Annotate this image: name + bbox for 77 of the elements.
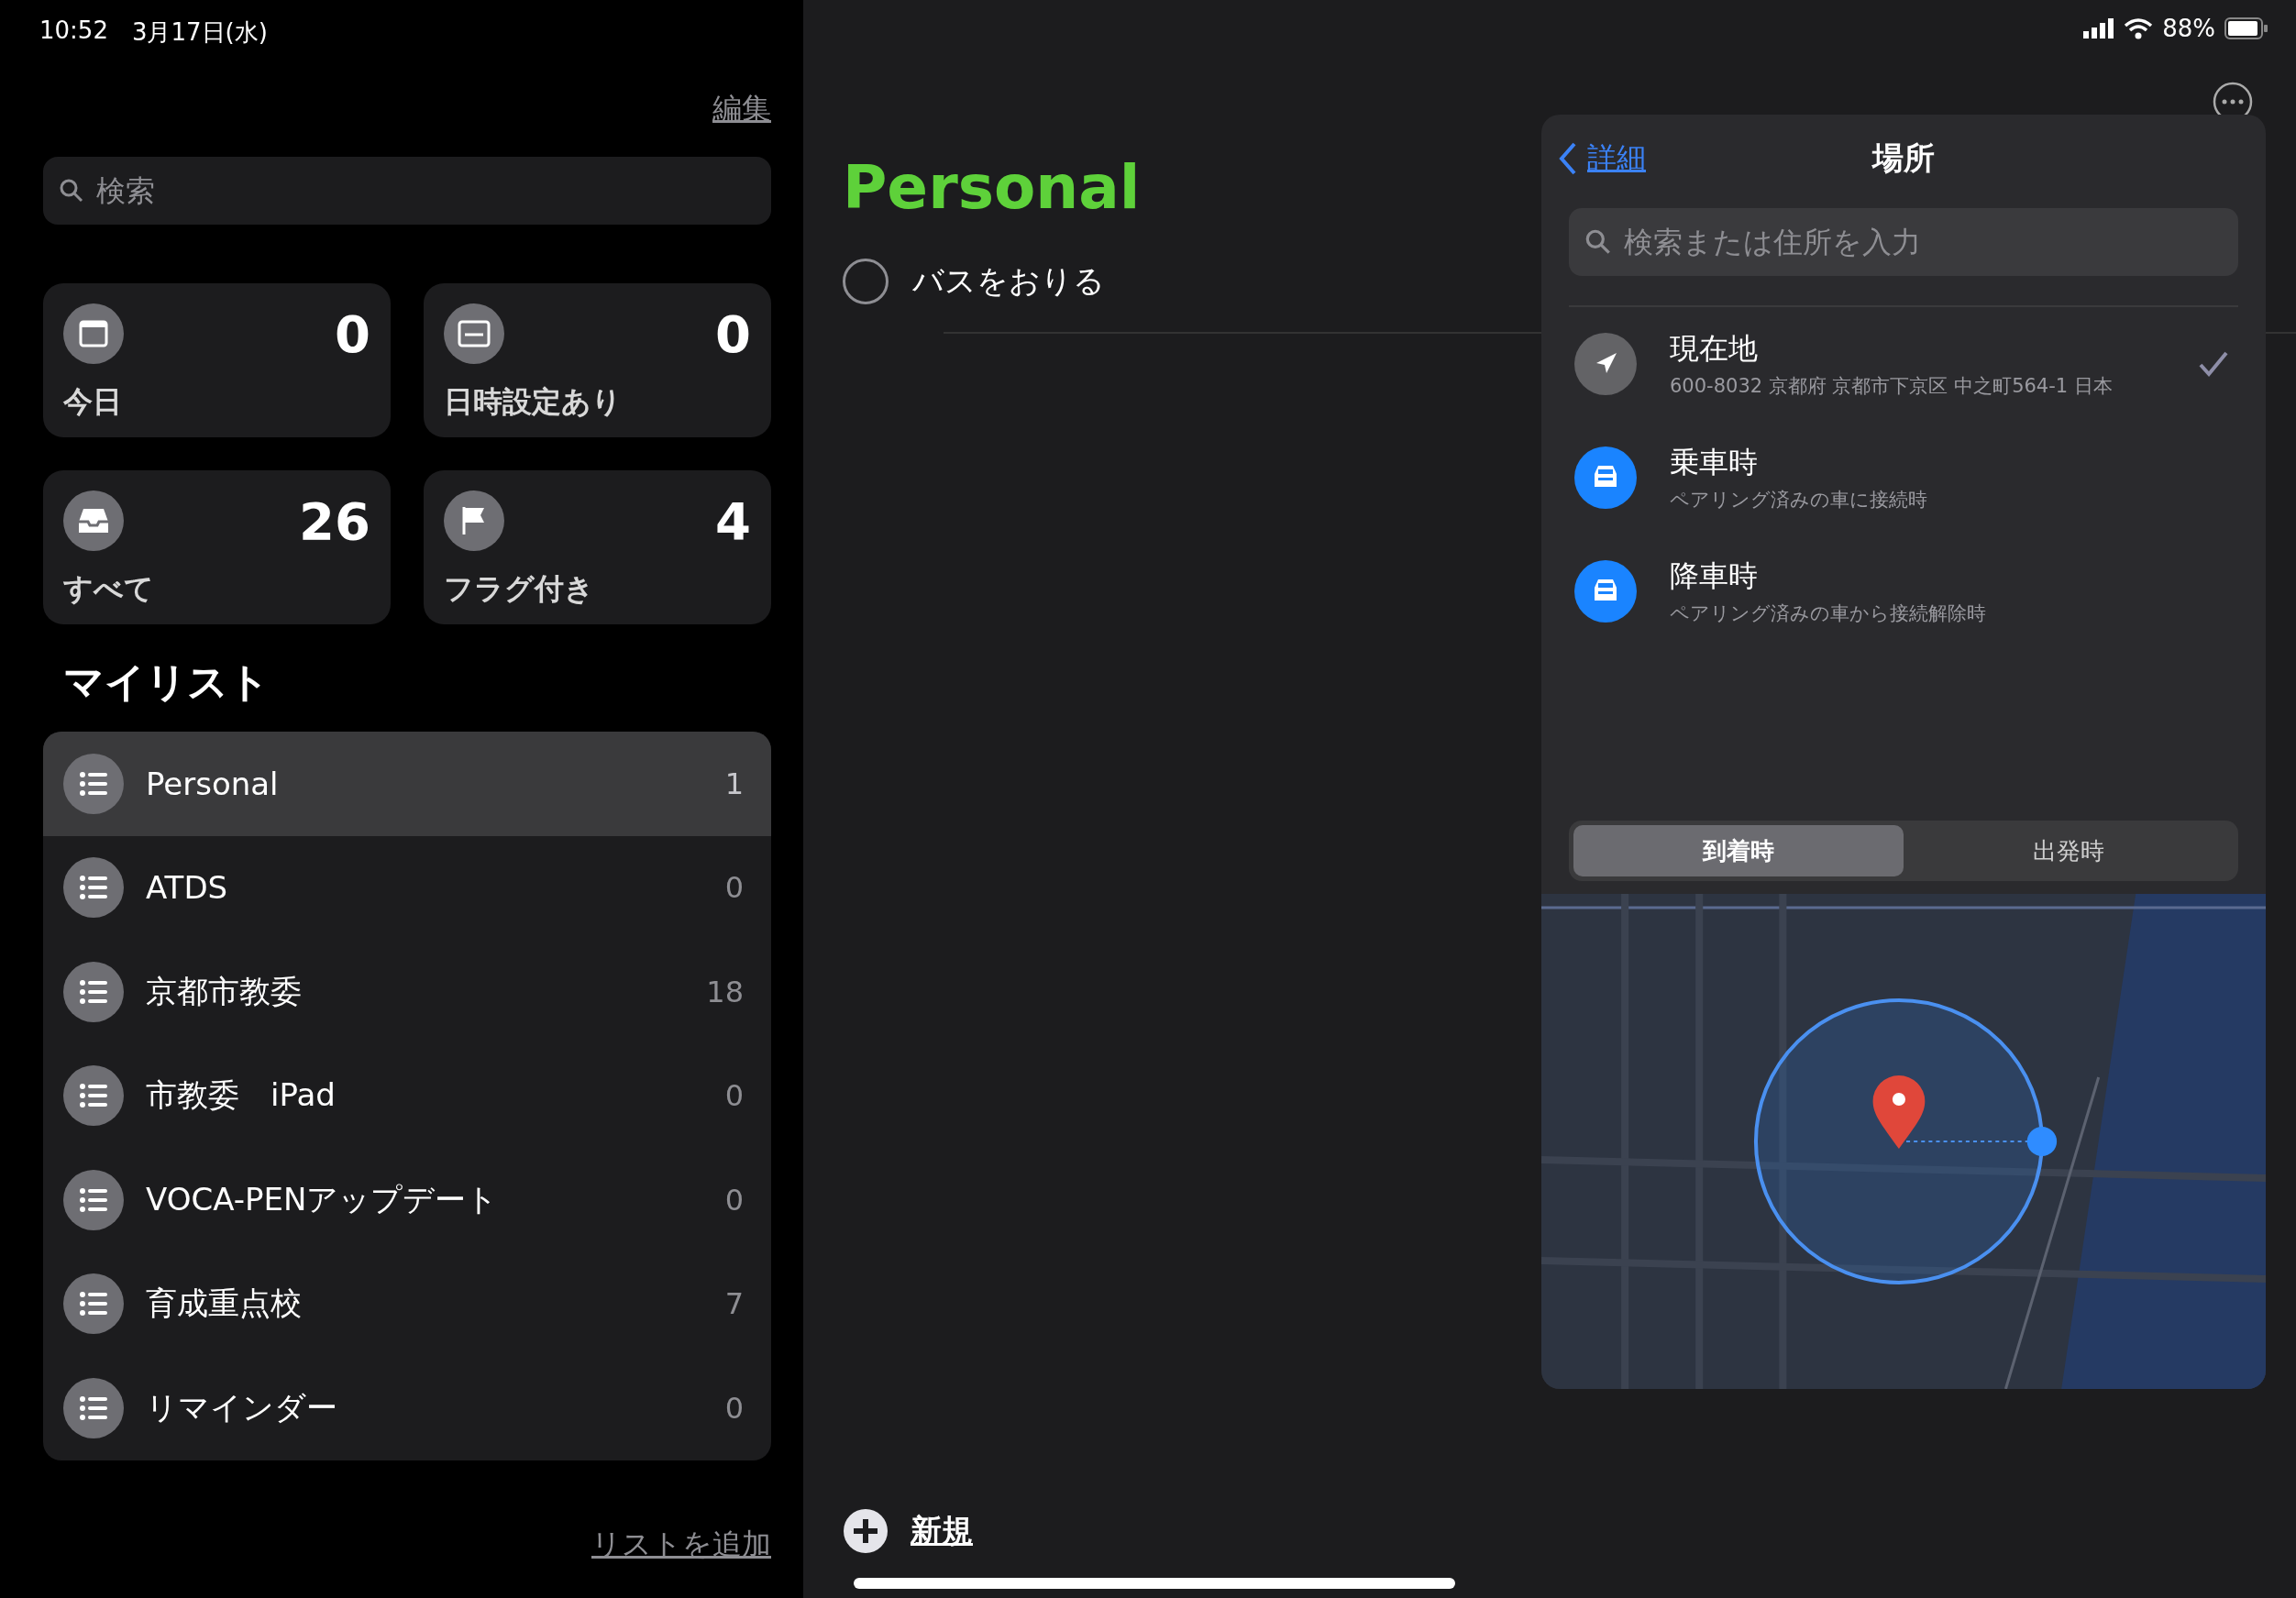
list-name: リマインダー (146, 1387, 338, 1427)
list-item[interactable]: Personal 1 (43, 732, 771, 836)
list-icon (63, 753, 124, 814)
new-reminder-button[interactable]: 新規 (843, 1508, 973, 1554)
list-icon (63, 1377, 124, 1438)
option-subtitle: ペアリング済みの車に接続時 (1670, 488, 1928, 512)
smart-list-icon (63, 490, 124, 551)
smart-list-card[interactable]: 26 すべて (43, 470, 391, 624)
smart-list-count: 4 (715, 490, 751, 551)
list-name: VOCA-PENアップデート (146, 1179, 500, 1219)
smart-list-label: 日時設定あり (444, 383, 623, 421)
list-icon (63, 1065, 124, 1127)
signal-icon (2083, 18, 2115, 39)
smart-list-icon (444, 303, 504, 364)
list-name: Personal (146, 765, 280, 802)
status-time: 10:52 (39, 17, 108, 46)
smart-list-count: 0 (715, 303, 751, 364)
list-icon (63, 857, 124, 919)
car-icon (1574, 560, 1637, 623)
status-date: 3月17日(水) (131, 17, 268, 48)
popover-title: 場所 (1872, 138, 1935, 178)
smart-list-label: フラグ付き (444, 570, 595, 608)
edit-link[interactable]: 編集 (712, 89, 771, 129)
option-title: 現在地 (1670, 330, 1759, 368)
smart-list-icon (444, 490, 504, 551)
list-count: 0 (724, 1182, 744, 1218)
smart-list-label: 今日 (63, 383, 123, 421)
smart-list-card[interactable]: 4 フラグ付き (424, 470, 771, 624)
section-heading: マイリスト (62, 657, 270, 707)
list-item[interactable]: リマインダー 0 (43, 1356, 771, 1460)
chevron-left-icon (1558, 141, 1578, 176)
list-icon (63, 1169, 124, 1230)
list-item[interactable]: 市教委 iPad 0 (43, 1043, 771, 1148)
location-option[interactable]: 乗車時 ペアリング済みの車に接続時 (1541, 421, 2266, 535)
smart-list-card[interactable]: 0 日時設定あり (424, 283, 771, 437)
car-icon (1574, 446, 1637, 509)
location-option[interactable]: 降車時 ペアリング済みの車から接続解除時 (1541, 535, 2266, 648)
battery-percent: 88% (2162, 15, 2215, 42)
smart-list-count: 26 (299, 490, 370, 551)
checkmark-icon (2198, 350, 2229, 378)
list-count: 0 (724, 1078, 744, 1114)
location-option[interactable]: 現在地 600-8032 京都府 京都市下京区 中之町564-1 日本 (1541, 307, 2266, 421)
list-count: 0 (724, 870, 744, 906)
option-subtitle: 600-8032 京都府 京都市下京区 中之町564-1 日本 (1670, 374, 2114, 399)
list-item[interactable]: 京都市教委 18 (43, 940, 771, 1044)
plus-icon (843, 1508, 889, 1554)
segment-button[interactable]: 出発時 (1904, 825, 2234, 876)
search-field[interactable]: 検索 (43, 157, 771, 225)
list-name: 京都市教委 (146, 971, 303, 1011)
location-search-field[interactable]: 検索または住所を入力 (1569, 208, 2238, 276)
segment-button[interactable]: 到着時 (1573, 825, 1904, 876)
option-subtitle: ペアリング済みの車から接続解除時 (1670, 601, 1987, 626)
list-item[interactable]: VOCA-PENアップデート 0 (43, 1148, 771, 1252)
reminder-text[interactable]: バスをおりる (912, 260, 1105, 303)
list-item[interactable]: ATDS 0 (43, 835, 771, 940)
battery-icon (2224, 17, 2268, 39)
list-icon (63, 1273, 124, 1335)
smart-list-icon (63, 303, 124, 364)
smart-list-label: すべて (63, 570, 155, 608)
list-name: 育成重点校 (146, 1284, 303, 1324)
list-count: 1 (724, 766, 744, 801)
reminder-checkbox[interactable] (843, 259, 889, 304)
list-count: 7 (724, 1286, 744, 1322)
add-list-link[interactable]: リストを追加 (591, 1524, 771, 1565)
list-count: 0 (724, 1390, 744, 1426)
list-icon (63, 961, 124, 1022)
back-link[interactable]: 詳細 (1558, 138, 1646, 179)
list-name: 市教委 iPad (146, 1075, 337, 1116)
list-name: ATDS (146, 869, 229, 907)
list-title: Personal (843, 158, 1141, 218)
option-title: 乗車時 (1670, 444, 1759, 481)
option-title: 降車時 (1670, 557, 1759, 595)
list-count: 18 (706, 974, 744, 1009)
smart-list-count: 0 (335, 303, 370, 364)
list-item[interactable]: 育成重点校 7 (43, 1251, 771, 1356)
wifi-icon (2124, 17, 2154, 39)
smart-list-card[interactable]: 0 今日 (43, 283, 391, 437)
